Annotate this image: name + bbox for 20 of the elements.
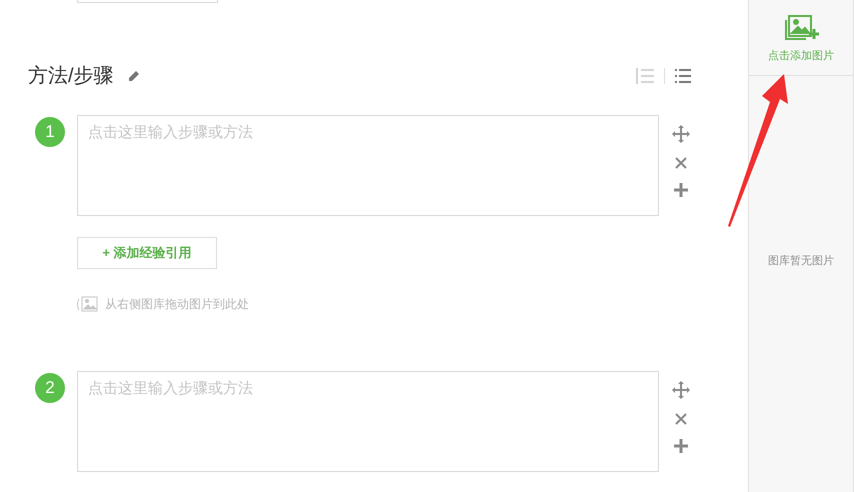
close-icon[interactable] — [675, 413, 687, 425]
section-title: 方法/步骤 — [28, 64, 114, 89]
step-input[interactable]: 点击这里输入步骤或方法 — [77, 371, 659, 472]
drag-hint: 从右侧图库拖动图片到此处 — [105, 296, 249, 313]
image-icon — [77, 295, 99, 313]
image-add-icon — [783, 14, 819, 42]
step-number: 1 — [35, 117, 65, 147]
step-input[interactable]: 点击这里输入步骤或方法 — [77, 115, 659, 216]
plus-icon[interactable] — [674, 183, 688, 197]
pencil-icon[interactable] — [128, 70, 139, 82]
plus-icon[interactable] — [674, 439, 688, 453]
add-reference-button[interactable]: + 添加经验引用 — [77, 237, 217, 269]
add-image-button[interactable]: 点击添加图片 — [749, 0, 853, 76]
move-icon[interactable] — [672, 381, 690, 399]
step-number: 2 — [35, 373, 65, 403]
close-icon[interactable] — [675, 157, 687, 169]
field-box[interactable] — [77, 0, 218, 3]
list-icon[interactable] — [675, 69, 691, 83]
empty-gallery-text: 图库暂无图片 — [768, 255, 834, 267]
move-icon[interactable] — [672, 125, 690, 143]
